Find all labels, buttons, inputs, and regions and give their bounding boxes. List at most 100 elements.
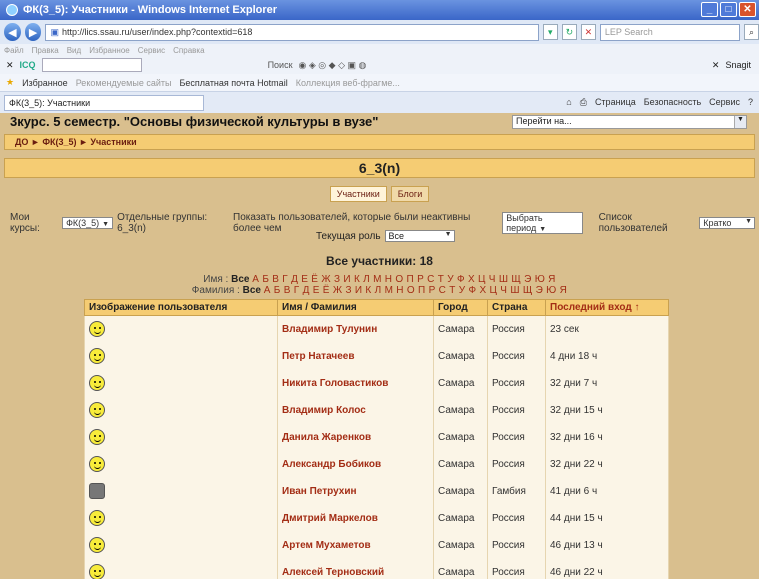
- avatar[interactable]: [89, 456, 105, 472]
- user-name-link[interactable]: Иван Петрухин: [277, 477, 434, 505]
- menu-view[interactable]: Вид: [67, 46, 81, 55]
- menu-help[interactable]: Справка: [173, 46, 204, 55]
- refresh-button[interactable]: ↻: [561, 24, 577, 40]
- my-courses-select[interactable]: ФК(3_5) ▼: [62, 217, 114, 229]
- menu-edit[interactable]: Правка: [32, 46, 59, 55]
- firstname-letters[interactable]: А Б В Г Д Е Ё Ж З И К Л М Н О П Р С Т У …: [252, 274, 555, 285]
- address-field[interactable]: ▣ http://lics.ssau.ru/user/index.php?con…: [45, 23, 539, 41]
- window-titlebar: ФК(3_5): Участники - Windows Internet Ex…: [0, 0, 759, 20]
- user-name-link[interactable]: Владимир Тулунин: [277, 315, 434, 343]
- lastname-letters[interactable]: А Б В Г Д Е Ё Ж З И К Л М Н О П Р С Т У …: [264, 285, 567, 296]
- stop-button[interactable]: ✕: [580, 24, 596, 40]
- avatar[interactable]: [89, 510, 105, 526]
- favorites-link-2[interactable]: Бесплатная почта Hotmail: [179, 78, 287, 88]
- menu-file[interactable]: Файл: [4, 46, 24, 55]
- tab-blogs[interactable]: Блоги: [390, 186, 430, 202]
- col-avatar-header: Изображение пользователя: [84, 299, 278, 316]
- avatar-cell: [84, 369, 278, 397]
- help-icon[interactable]: ?: [748, 97, 753, 108]
- icq-label[interactable]: ICQ: [20, 60, 36, 70]
- avatar[interactable]: [89, 402, 105, 418]
- window-controls: _ □ ✕: [701, 2, 756, 17]
- avatar-cell: [84, 477, 278, 505]
- avatar-cell: [84, 342, 278, 370]
- maximize-button[interactable]: □: [720, 2, 737, 17]
- user-name-link[interactable]: Дмитрий Маркелов: [277, 504, 434, 532]
- user-name-link[interactable]: Артем Мухаметов: [277, 531, 434, 559]
- snagit-button[interactable]: Snagit: [725, 60, 751, 70]
- page-menu[interactable]: Страница: [595, 97, 636, 108]
- table-row: Артем Мухаметов Самара Россия 46 дни 13 ч: [84, 531, 669, 559]
- table-row: Петр Натачеев Самара Россия 4 дни 18 ч: [84, 342, 669, 370]
- home-icon[interactable]: ⌂: [566, 97, 571, 108]
- page-icon: ▣: [50, 26, 59, 37]
- role-select[interactable]: Все ▼: [384, 230, 455, 242]
- user-name-link[interactable]: Данила Жаренков: [277, 423, 434, 451]
- lastname-filter: Фамилия : Все А Б В Г Д Е Ё Ж З И К Л М …: [191, 285, 568, 296]
- search-icon[interactable]: ⌕: [744, 24, 759, 40]
- tab-row: ФК(3_5): Участники ⌂ ⎙ Страница Безопасн…: [0, 92, 759, 113]
- minimize-button[interactable]: _: [701, 2, 718, 17]
- col-lastaccess-header[interactable]: Последний вход ↑: [545, 299, 669, 316]
- search-input[interactable]: LEP Search: [599, 23, 740, 41]
- col-city-header[interactable]: Город: [433, 299, 488, 316]
- city-cell: Самара: [433, 450, 488, 478]
- avatar-cell: [84, 504, 278, 532]
- jump-menu[interactable]: Перейти на... ▼: [512, 115, 747, 129]
- dropdown-button[interactable]: ▾: [542, 24, 558, 40]
- toolbar-icons[interactable]: ◉ ◈ ◎ ◆ ◇ ▣ ◍: [299, 60, 367, 71]
- favorites-link-1[interactable]: Рекомендуемые сайты: [76, 78, 172, 88]
- breadcrumb[interactable]: ДО ► ФК(3_5) ► Участники: [4, 134, 755, 150]
- print-icon[interactable]: ⎙: [580, 97, 587, 108]
- avatar[interactable]: [89, 348, 105, 364]
- avatar[interactable]: [89, 429, 105, 445]
- tab-participants[interactable]: Участники: [329, 186, 387, 202]
- tools-menu[interactable]: Сервис: [709, 97, 740, 108]
- avatar[interactable]: [89, 321, 105, 338]
- avatar[interactable]: [89, 537, 105, 553]
- inactive-period-select[interactable]: Выбрать период ▼: [502, 212, 583, 234]
- close-snagit-icon[interactable]: ✕: [712, 60, 720, 71]
- country-cell: Гамбия: [487, 477, 546, 505]
- user-name-link[interactable]: Александр Бобиков: [277, 450, 434, 478]
- safety-menu[interactable]: Безопасность: [644, 97, 701, 108]
- last-access-cell: 46 дни 13 ч: [545, 531, 669, 559]
- favorites-bar: ★ Избранное Рекомендуемые сайты Бесплатн…: [0, 74, 759, 92]
- user-name-link[interactable]: Петр Натачеев: [277, 342, 434, 370]
- groups-label: Отдельные группы: 6_3(n): [117, 212, 208, 234]
- menu-tools[interactable]: Сервис: [138, 46, 165, 55]
- user-name-link[interactable]: Алексей Терновский: [277, 558, 434, 579]
- back-button[interactable]: ◀: [4, 23, 21, 41]
- close-button[interactable]: ✕: [739, 2, 756, 17]
- country-cell: Россия: [487, 450, 546, 478]
- city-cell: Самара: [433, 558, 488, 579]
- icq-search-field[interactable]: [41, 58, 142, 72]
- list-mode-select[interactable]: Кратко ▼: [699, 217, 755, 229]
- search-toolbar-button[interactable]: Поиск: [268, 60, 293, 71]
- user-name-link[interactable]: Владимир Колос: [277, 396, 434, 424]
- country-cell: Россия: [487, 558, 546, 579]
- last-access-cell: 32 дни 16 ч: [545, 423, 669, 451]
- table-row: Иван Петрухин Самара Гамбия 41 дни 6 ч: [84, 477, 669, 505]
- page-tabs: Участники Блоги: [0, 186, 759, 202]
- city-cell: Самара: [433, 342, 488, 370]
- toolbar-right: ✕ Snagit: [712, 60, 751, 71]
- col-country-header[interactable]: Страна: [487, 299, 546, 316]
- browser-tab[interactable]: ФК(3_5): Участники: [4, 94, 204, 111]
- user-name-link[interactable]: Никита Головастиков: [277, 369, 434, 397]
- avatar[interactable]: [89, 375, 105, 391]
- table-row: Алексей Терновский Самара Россия 46 дни 22 …: [84, 558, 669, 579]
- avatar[interactable]: [89, 483, 105, 499]
- close-toolbar-icon[interactable]: ✕: [6, 60, 14, 71]
- col-name-header[interactable]: Имя / Фамилия: [277, 299, 434, 316]
- firstname-all-link[interactable]: Все: [231, 274, 249, 285]
- country-cell: Россия: [487, 396, 546, 424]
- favorites-star-icon: ★: [6, 77, 15, 87]
- forward-button[interactable]: ▶: [24, 23, 42, 41]
- lastname-all-link[interactable]: Все: [243, 285, 261, 296]
- last-access-cell: 41 дни 6 ч: [545, 477, 669, 505]
- favorites-label[interactable]: Избранное: [22, 78, 68, 88]
- favorites-link-3[interactable]: Коллекция веб-фрагме...: [296, 78, 400, 88]
- avatar[interactable]: [89, 564, 105, 579]
- menu-favorites[interactable]: Избранное: [89, 46, 130, 55]
